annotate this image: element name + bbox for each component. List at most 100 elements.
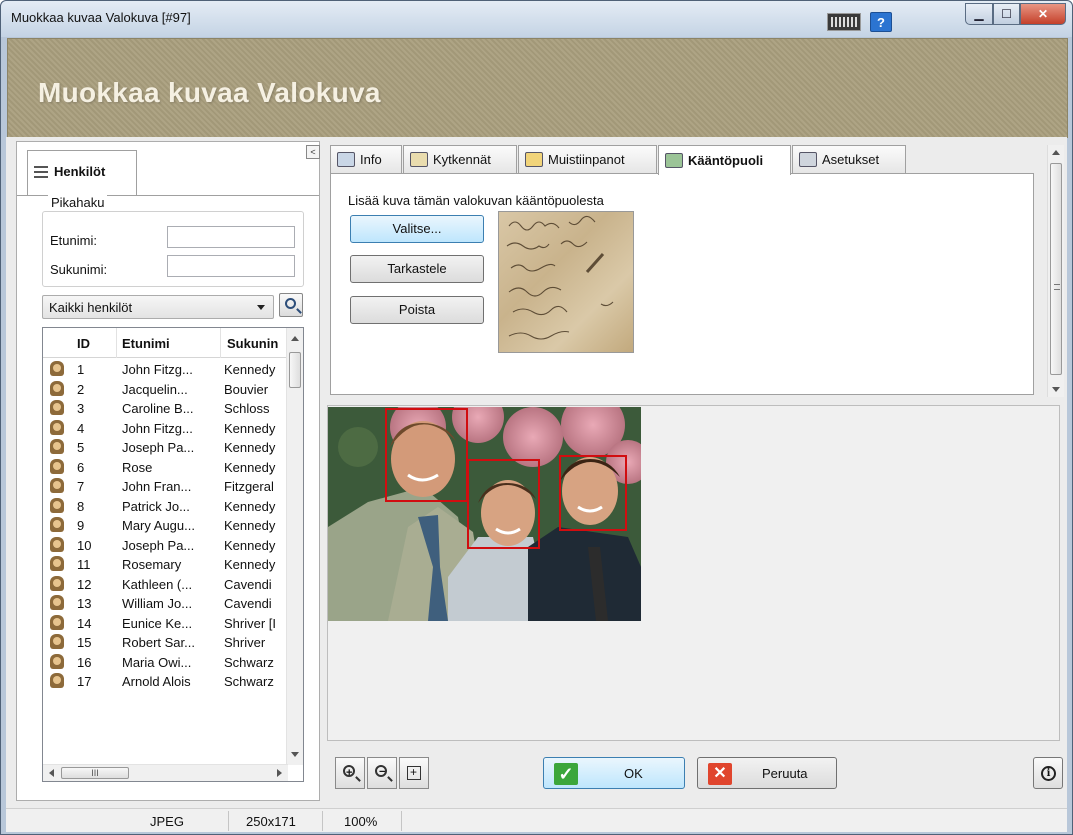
cell-first-name: John Fitzg... <box>122 362 193 377</box>
title-bar: Muokkaa kuvaa Valokuva [#97] ? ▁ ☐ ✕ <box>1 1 1072 37</box>
close-window-button[interactable]: ✕ <box>1020 3 1066 25</box>
cell-id: 13 <box>77 596 92 611</box>
status-divider <box>401 811 402 831</box>
ok-button[interactable]: ✓ OK <box>543 757 685 789</box>
table-row[interactable]: 10 Joseph Pa... Kennedy <box>43 535 287 555</box>
cancel-icon: ✕ <box>708 763 732 785</box>
delete-image-button[interactable]: Poista <box>350 296 484 324</box>
cell-last-name: Kennedy <box>224 440 276 455</box>
column-divider[interactable] <box>116 328 117 358</box>
table-row[interactable]: 12 Kathleen (... Cavendi <box>43 574 287 594</box>
collapse-panel-button[interactable]: < <box>306 145 320 159</box>
cell-first-name: Robert Sar... <box>122 635 195 650</box>
select-image-button[interactable]: Valitse... <box>350 215 484 243</box>
scroll-left-icon[interactable] <box>49 769 54 777</box>
tab-notes[interactable]: Muistiinpanot <box>518 145 657 173</box>
table-row[interactable]: 17 Arnold Alois Schwarz <box>43 671 287 691</box>
person-icon <box>50 595 64 610</box>
table-row[interactable]: 3 Caroline B... Schloss <box>43 398 287 418</box>
cell-id: 16 <box>77 654 92 670</box>
person-filter-select[interactable]: Kaikki henkilöt <box>42 295 274 319</box>
cell-first-name: Jacquelin... <box>122 381 188 397</box>
photo-canvas[interactable] <box>328 407 641 621</box>
minimize-button[interactable]: ▁ <box>965 3 993 25</box>
table-row[interactable]: 2 Jacquelin... Bouvier <box>43 379 287 399</box>
maximize-button[interactable]: ☐ <box>993 3 1020 25</box>
column-header-last-name[interactable]: Sukunin <box>227 336 278 351</box>
table-row[interactable]: 4 John Fitzg... Kennedy <box>43 418 287 438</box>
view-image-button[interactable]: Tarkastele <box>350 255 484 283</box>
cell-id: 11 <box>77 557 91 572</box>
reverse-side-thumbnail[interactable] <box>498 211 634 353</box>
table-horizontal-scrollbar[interactable]: III <box>43 764 288 781</box>
tab-label: Info <box>360 152 382 167</box>
first-name-input[interactable] <box>167 226 295 248</box>
table-row[interactable]: 7 John Fran... Fitzgeral <box>43 476 287 496</box>
scroll-down-icon[interactable] <box>291 752 299 757</box>
cell-id: 5 <box>77 440 85 455</box>
cell-first-name: Maria Owi... <box>122 654 192 670</box>
column-divider[interactable] <box>220 328 221 358</box>
cell-first-name: John Fitzg... <box>122 420 193 436</box>
about-button[interactable]: i <box>1033 757 1063 789</box>
column-header-id[interactable]: ID <box>77 336 90 351</box>
tab-reverse-side[interactable]: Kääntöpuoli <box>658 145 791 175</box>
cancel-button[interactable]: ✕ Peruuta <box>697 757 837 789</box>
scroll-right-icon[interactable] <box>277 769 282 777</box>
table-row[interactable]: 15 Robert Sar... Shriver <box>43 632 287 652</box>
status-bar: JPEG 250x171 100% <box>6 808 1067 832</box>
cell-id: 8 <box>77 498 85 514</box>
table-row[interactable]: 1 John Fitzg... Kennedy <box>43 359 287 379</box>
table-row[interactable]: 16 Maria Owi... Schwarz <box>43 652 287 672</box>
tab-persons[interactable]: Henkilöt <box>27 150 137 196</box>
status-zoom: 100% <box>344 814 378 829</box>
scroll-thumb[interactable] <box>1050 163 1062 375</box>
table-row[interactable]: 8 Patrick Jo... Kennedy <box>43 496 287 516</box>
settings-icon <box>799 152 817 167</box>
table-row[interactable]: 6 Rose Kennedy <box>43 457 287 477</box>
table-row[interactable]: 13 William Jo... Cavendi <box>43 593 287 613</box>
scroll-thumb[interactable]: III <box>61 767 129 779</box>
table-row[interactable]: 9 Mary Augu... Kennedy <box>43 515 287 535</box>
face-tag-box[interactable] <box>559 455 627 531</box>
column-header-first-name[interactable]: Etunimi <box>122 336 170 351</box>
table-body: 1 John Fitzg... Kennedy 2 Jacquelin... Bouvie… <box>43 359 287 691</box>
face-tag-box[interactable] <box>385 408 468 502</box>
fit-to-window-button[interactable] <box>399 757 429 789</box>
cell-id: 6 <box>77 459 85 475</box>
tab-persons-label: Henkilöt <box>54 164 106 179</box>
zoom-out-button[interactable]: − <box>367 757 397 789</box>
ok-label: OK <box>624 766 643 781</box>
table-row[interactable]: 5 Joseph Pa... Kennedy <box>43 437 287 457</box>
person-icon <box>50 419 64 435</box>
scroll-down-icon[interactable] <box>1052 387 1060 392</box>
zoom-in-button[interactable]: + <box>335 757 365 789</box>
person-icon <box>50 497 64 513</box>
last-name-input[interactable] <box>167 255 295 277</box>
table-row[interactable]: 14 Eunice Ke... Shriver [I <box>43 613 287 633</box>
tab-settings[interactable]: Asetukset <box>792 145 906 173</box>
person-icon <box>50 673 64 688</box>
cell-last-name: Kennedy <box>224 459 276 475</box>
detail-vertical-scrollbar[interactable] <box>1047 145 1064 397</box>
notes-icon <box>525 152 543 167</box>
scroll-thumb[interactable] <box>289 352 301 388</box>
cell-id: 15 <box>77 635 92 650</box>
cell-first-name: Mary Augu... <box>122 518 195 533</box>
help-icon[interactable]: ? <box>870 12 892 32</box>
cell-id: 17 <box>77 674 92 689</box>
status-divider <box>228 811 229 831</box>
keyboard-icon[interactable] <box>827 13 861 31</box>
status-dimensions: 250x171 <box>246 814 296 829</box>
table-row[interactable]: 11 Rosemary Kennedy <box>43 554 287 574</box>
tab-info[interactable]: Info <box>330 145 402 173</box>
table-vertical-scrollbar[interactable] <box>286 328 303 765</box>
face-tag-box[interactable] <box>467 459 540 549</box>
person-icon <box>50 361 64 376</box>
tab-links[interactable]: Kytkennät <box>403 145 517 173</box>
scroll-up-icon[interactable] <box>291 336 299 341</box>
cell-id: 9 <box>77 518 85 533</box>
quick-search-legend: Pikahaku <box>48 195 108 210</box>
scroll-up-icon[interactable] <box>1052 150 1060 155</box>
search-button[interactable] <box>279 293 303 317</box>
